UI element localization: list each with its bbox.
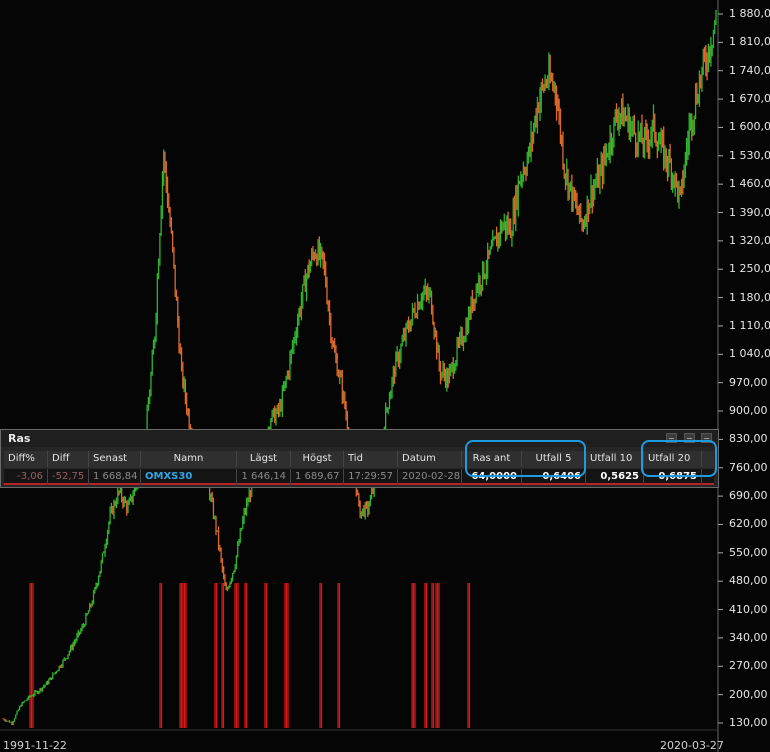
y-tick-label: 270,00 — [729, 659, 768, 673]
highlight-ras-utfall5 — [465, 440, 586, 477]
ras-panel[interactable]: Ras Diff% Diff Senast Namn Lägst Högst T… — [0, 429, 719, 488]
y-tick-label: 1 250,00 — [729, 262, 770, 276]
table-row[interactable]: -3,06 -52,75 1 668,84 OMXS30 1 646,14 1 … — [4, 469, 714, 485]
y-tick-label: 1 040,00 — [729, 347, 770, 361]
y-tick-label: 760,00 — [729, 460, 768, 474]
y-tick-label: 1 110,00 — [729, 318, 770, 332]
col-header-tid[interactable]: Tid — [344, 451, 398, 467]
y-tick-label: 130,00 — [729, 716, 768, 729]
y-tick-label: 900,00 — [729, 404, 768, 418]
col-header-utfall-10[interactable]: Utfall 10 — [586, 451, 644, 467]
highlight-utfall20 — [641, 440, 717, 477]
y-tick-label: 1 670,00 — [729, 92, 770, 106]
y-tick-label: 1 180,00 — [729, 290, 770, 304]
x-axis-end-label: 2020-03-27 — [660, 739, 724, 752]
ras-panel-titlebar[interactable]: Ras — [1, 430, 718, 447]
col-header-datum[interactable]: Datum — [398, 451, 462, 467]
y-tick-label: 340,00 — [729, 630, 768, 644]
y-tick-label: 550,00 — [729, 545, 768, 559]
cell-hogst: 1 689,67 — [291, 469, 344, 485]
col-header-diff-pct[interactable]: Diff% — [4, 451, 48, 467]
table-header-row: Diff% Diff Senast Namn Lägst Högst Tid D… — [4, 451, 714, 468]
y-tick-label: 970,00 — [729, 375, 768, 389]
cell-datum: 2020-02-28 — [398, 469, 462, 485]
cell-utfall-10: 0,5625 — [586, 469, 644, 485]
chart-canvas[interactable] — [0, 0, 770, 752]
col-header-lagst[interactable]: Lägst — [237, 451, 291, 467]
y-tick-label: 1 530,00 — [729, 148, 770, 162]
cell-diff: -52,75 — [48, 469, 89, 485]
y-tick-label: 1 740,00 — [729, 63, 770, 77]
y-tick-label: 410,00 — [729, 602, 768, 616]
col-header-senast[interactable]: Senast — [89, 451, 141, 467]
y-tick-label: 1 880,00 — [729, 7, 770, 20]
y-tick-label: 690,00 — [729, 489, 768, 503]
x-axis-start-label: 1991-11-22 — [3, 739, 67, 752]
y-tick-label: 620,00 — [729, 517, 768, 531]
col-header-hogst[interactable]: Högst — [291, 451, 344, 467]
y-tick-label: 830,00 — [729, 432, 768, 446]
y-tick-label: 1 390,00 — [729, 205, 770, 219]
ras-panel-title: Ras — [8, 432, 31, 445]
cell-namn[interactable]: OMXS30 — [141, 469, 237, 485]
cell-tid: 17:29:57 — [344, 469, 398, 485]
price-chart[interactable]: 130,00 200,00 270,00 340,00 410,00 480,00 550,… — [0, 0, 770, 752]
y-tick-label: 1 460,00 — [729, 177, 770, 191]
y-tick-label: 1 810,00 — [729, 35, 770, 49]
col-header-namn[interactable]: Namn — [141, 451, 237, 467]
cell-lagst: 1 646,14 — [237, 469, 291, 485]
col-header-diff[interactable]: Diff — [48, 451, 89, 467]
cell-diff-pct: -3,06 — [4, 469, 48, 485]
y-tick-label: 480,00 — [729, 574, 768, 588]
y-tick-label: 200,00 — [729, 687, 768, 701]
y-tick-label: 1 320,00 — [729, 233, 770, 247]
cell-senast: 1 668,84 — [89, 469, 141, 485]
price-series — [2, 9, 717, 726]
y-tick-label: 1 600,00 — [729, 120, 770, 134]
